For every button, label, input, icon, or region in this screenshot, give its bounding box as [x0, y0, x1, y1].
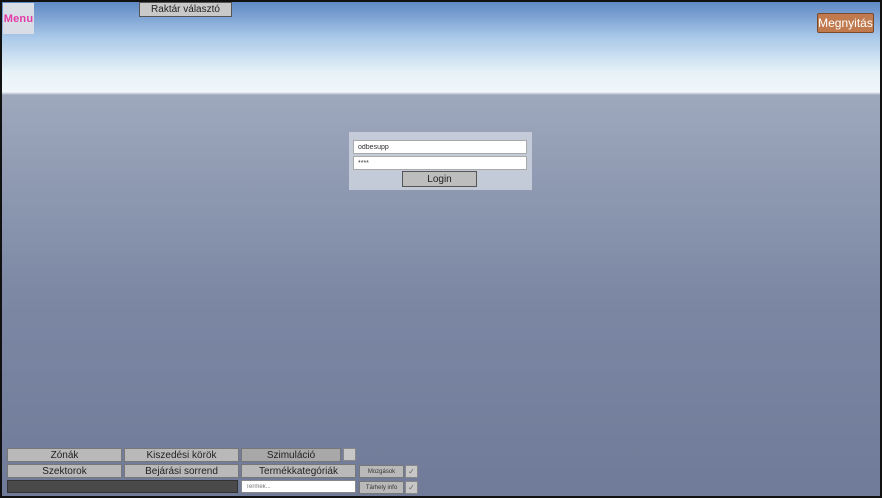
moves-check-icon[interactable]: ✓	[405, 465, 418, 478]
picking-rounds-button[interactable]: Kiszedési körök	[124, 448, 239, 462]
app-viewport: Menu Raktár választó Megnyitás Login Zón…	[0, 0, 882, 498]
storage-info-button[interactable]: Tárhely info	[359, 481, 404, 494]
status-bar	[7, 480, 238, 493]
product-categories-button[interactable]: Termékkategóriák	[241, 464, 356, 478]
storage-info-check-icon[interactable]: ✓	[405, 481, 418, 494]
open-button[interactable]: Megnyitás	[817, 13, 874, 33]
product-search-input[interactable]	[241, 480, 356, 493]
login-button[interactable]: Login	[402, 171, 477, 187]
moves-button[interactable]: Mozgások	[359, 465, 404, 478]
password-input[interactable]	[353, 156, 527, 170]
username-input[interactable]	[353, 140, 527, 154]
login-panel: Login	[349, 132, 532, 190]
warehouse-selector-button[interactable]: Raktár választó	[139, 2, 232, 17]
sectors-button[interactable]: Szektorok	[7, 464, 122, 478]
traversal-order-button[interactable]: Bejárási sorrend	[124, 464, 239, 478]
simulation-toggle[interactable]	[343, 448, 356, 461]
simulation-button[interactable]: Szimuláció	[241, 448, 341, 462]
menu-button[interactable]: Menu	[3, 3, 34, 34]
zones-button[interactable]: Zónák	[7, 448, 122, 462]
